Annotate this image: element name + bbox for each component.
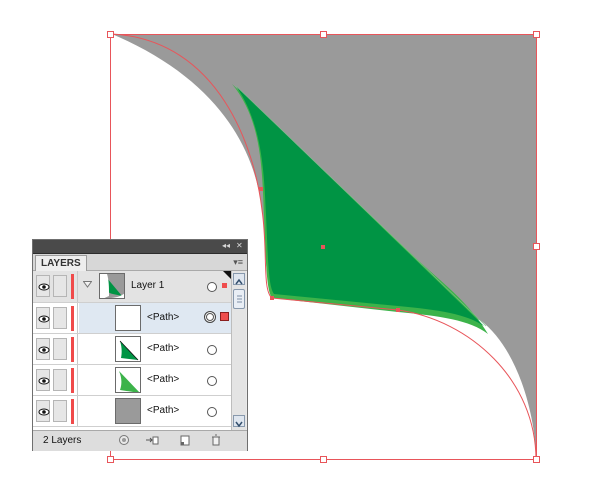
- handle-bottom-right: [533, 456, 540, 463]
- panel-tab-row: LAYERS ▾≡: [33, 254, 247, 271]
- scroll-up-button[interactable]: [233, 273, 245, 285]
- column-separator: [77, 365, 78, 395]
- column-separator: [77, 303, 78, 333]
- layers-list: Layer 1 <Path> <Path> <Path> <Path>: [33, 271, 231, 430]
- visibility-toggle[interactable]: [36, 307, 50, 329]
- visibility-toggle[interactable]: [36, 400, 50, 422]
- handle-top-right: [533, 31, 540, 38]
- visibility-toggle[interactable]: [36, 338, 50, 360]
- panel-titlebar[interactable]: ◂◂ ✕: [33, 240, 247, 254]
- path-row[interactable]: <Path>: [33, 303, 231, 334]
- targeting-icon[interactable]: [207, 345, 217, 355]
- eye-icon: [38, 346, 50, 354]
- targeting-icon[interactable]: [207, 407, 217, 417]
- lock-toggle[interactable]: [53, 275, 67, 297]
- chevron-up-icon: [235, 278, 243, 285]
- layer-thumbnail: [99, 273, 125, 299]
- lock-toggle[interactable]: [53, 307, 67, 329]
- collapse-panel-button[interactable]: ◂◂: [222, 241, 230, 251]
- targeting-icon[interactable]: [207, 376, 217, 386]
- anchor-point: [259, 187, 263, 191]
- layer-row[interactable]: Layer 1: [33, 271, 231, 303]
- scroll-down-button[interactable]: [233, 415, 245, 428]
- panel-statusbar: 2 Layers: [33, 430, 247, 451]
- column-separator: [77, 334, 78, 364]
- grip-icon: [237, 295, 242, 303]
- path-row[interactable]: <Path>: [33, 365, 231, 396]
- handle-bottom-left: [107, 456, 114, 463]
- targeting-icon[interactable]: [204, 311, 216, 323]
- targeting-icon[interactable]: [207, 282, 217, 292]
- path-thumbnail: [115, 367, 141, 393]
- eye-icon: [38, 315, 50, 323]
- lock-toggle[interactable]: [53, 400, 67, 422]
- path-name[interactable]: <Path>: [147, 405, 179, 417]
- column-separator: [77, 396, 78, 426]
- eye-icon: [38, 377, 50, 385]
- path-row[interactable]: <Path>: [33, 396, 231, 427]
- column-separator: [77, 271, 78, 302]
- delete-icon[interactable]: [209, 434, 223, 446]
- layer-color-indicator: [71, 399, 74, 424]
- make-clipping-mask-icon[interactable]: [117, 434, 131, 446]
- disclosure-triangle-icon[interactable]: [83, 281, 92, 288]
- selection-indicator[interactable]: [220, 312, 229, 321]
- layers-panel: ◂◂ ✕ LAYERS ▾≡ Layer 1 <Path> <Path> <Pa…: [32, 239, 248, 451]
- handle-top-middle: [320, 31, 327, 38]
- layer-count: 2 Layers: [43, 435, 82, 446]
- panel-menu-icon[interactable]: ▾≡: [233, 257, 243, 267]
- handle-middle-right: [533, 243, 540, 250]
- visibility-toggle[interactable]: [36, 275, 50, 297]
- lock-toggle[interactable]: [53, 369, 67, 391]
- center-point: [321, 245, 325, 249]
- handle-bottom-middle: [320, 456, 327, 463]
- tab-layers[interactable]: LAYERS: [35, 255, 87, 271]
- path-row[interactable]: <Path>: [33, 334, 231, 365]
- path-thumbnail: [115, 398, 141, 424]
- current-layer-indicator-icon: [223, 271, 231, 279]
- layer-color-indicator: [71, 306, 74, 331]
- path-name[interactable]: <Path>: [147, 343, 179, 355]
- handle-top-left: [107, 31, 114, 38]
- path-thumbnail: [115, 305, 141, 331]
- layer-color-indicator: [71, 368, 74, 393]
- path-name[interactable]: <Path>: [147, 312, 179, 324]
- anchor-point: [396, 308, 400, 312]
- anchor-point: [270, 296, 274, 300]
- create-sublayer-icon[interactable]: [145, 434, 159, 446]
- chevron-down-icon: [235, 421, 243, 428]
- close-panel-button[interactable]: ✕: [236, 241, 243, 251]
- eye-icon: [38, 283, 50, 291]
- layers-scrollbar[interactable]: [231, 271, 246, 430]
- create-new-layer-icon[interactable]: [178, 434, 192, 446]
- visibility-toggle[interactable]: [36, 369, 50, 391]
- layer-color-indicator: [71, 337, 74, 362]
- eye-icon: [38, 408, 50, 416]
- layer-name[interactable]: Layer 1: [131, 280, 164, 292]
- path-name[interactable]: <Path>: [147, 374, 179, 386]
- path-thumbnail: [115, 336, 141, 362]
- layer-color-indicator: [71, 274, 74, 299]
- selection-indicator[interactable]: [222, 283, 227, 288]
- scroll-thumb[interactable]: [233, 289, 245, 309]
- lock-toggle[interactable]: [53, 338, 67, 360]
